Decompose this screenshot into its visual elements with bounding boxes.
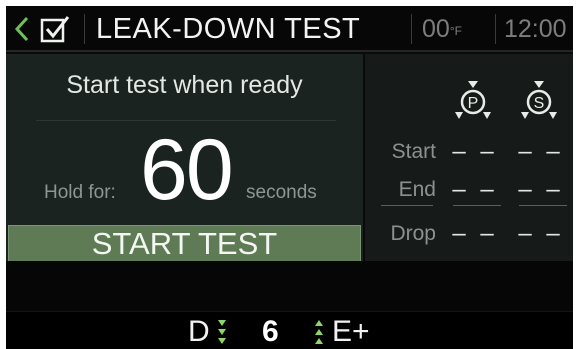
end-underline-primary <box>453 205 501 206</box>
temperature-readout: 00°F <box>422 14 462 44</box>
end-value-primary: – – <box>452 176 498 203</box>
status-strip <box>6 261 573 311</box>
clock-divider <box>495 14 496 44</box>
upshift-arrows-icon <box>315 320 323 344</box>
drop-value-secondary: – – <box>518 220 564 247</box>
drive-mode: D <box>188 315 210 348</box>
checkbox-checked-icon[interactable] <box>40 14 70 44</box>
row-label-drop: Drop <box>390 222 436 245</box>
secondary-gauge-letter: S <box>534 95 545 112</box>
hold-label: Hold for: <box>44 182 116 203</box>
temperature-value: 00 <box>422 15 450 43</box>
title-bar: LEAK-DOWN TEST 00°F 12:00 <box>6 6 573 52</box>
end-value-secondary: – – <box>518 176 564 203</box>
page-title: LEAK-DOWN TEST <box>96 13 361 45</box>
economy-mode: E+ <box>332 315 370 348</box>
drop-value-primary: – – <box>452 220 498 247</box>
row-label-end: End <box>398 178 436 201</box>
start-value-primary: – – <box>452 138 498 165</box>
end-underline-label <box>381 205 433 206</box>
start-test-button[interactable]: START TEST <box>8 225 361 263</box>
row-label-start: Start <box>391 140 436 163</box>
temperature-divider <box>411 14 412 44</box>
clock: 12:00 <box>504 15 567 43</box>
current-gear: 6 <box>262 315 279 348</box>
hold-duration-unit: seconds <box>246 182 317 203</box>
test-control-panel: Start test when ready Hold for: 60 secon… <box>6 54 363 263</box>
display-screen: LEAK-DOWN TEST 00°F 12:00 Start test whe… <box>6 6 573 349</box>
end-underline-secondary <box>519 205 567 206</box>
primary-pressure-gauge-icon: P <box>455 81 491 119</box>
temperature-unit: °F <box>449 24 462 38</box>
ready-prompt: Start test when ready <box>66 71 303 99</box>
gear-indicator-bar: D 6 E+ <box>6 311 573 349</box>
title-divider <box>84 14 85 44</box>
prompt-divider <box>36 120 336 121</box>
primary-gauge-letter: P <box>468 95 479 112</box>
start-value-secondary: – – <box>518 138 564 165</box>
secondary-pressure-gauge-icon: S <box>521 81 557 119</box>
hold-duration-value: 60 <box>140 122 234 218</box>
pressure-readings-panel: P S Start – – – – End – – – – Drop – – –… <box>365 54 573 261</box>
downshift-arrows-icon <box>218 320 226 344</box>
back-chevron-icon[interactable] <box>14 15 30 43</box>
